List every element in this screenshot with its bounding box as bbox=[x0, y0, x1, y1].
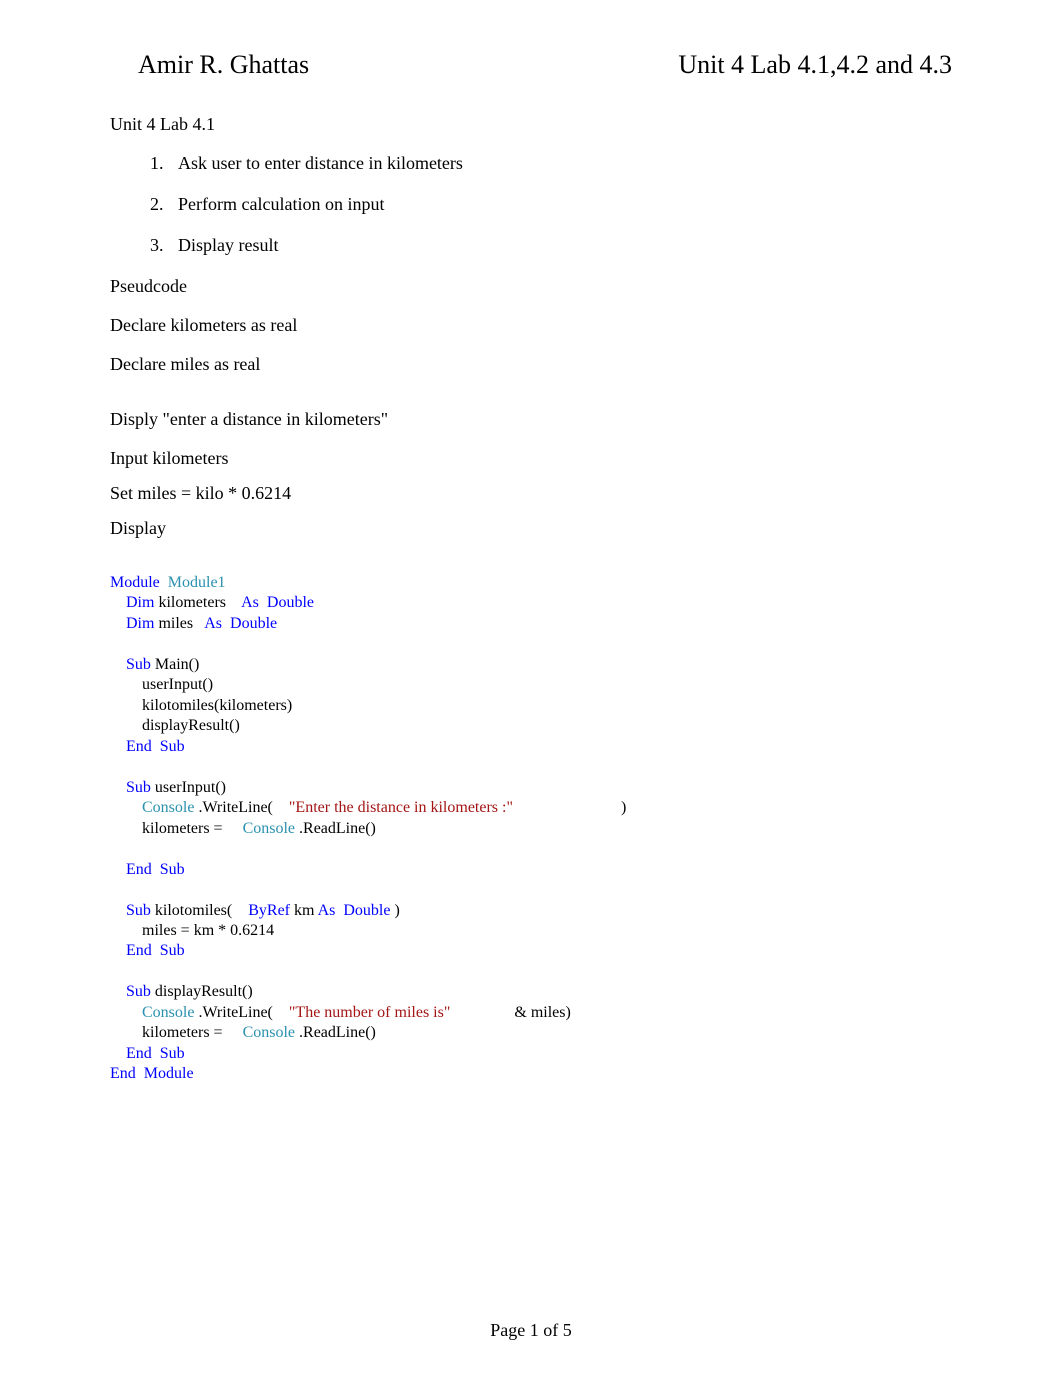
blank-line bbox=[110, 393, 952, 409]
code-text: userInput() bbox=[110, 676, 213, 693]
string-literal: "The number of miles is" bbox=[289, 1004, 450, 1021]
code-text: .ReadLine() bbox=[295, 1024, 376, 1041]
author-name: Amir R. Ghattas bbox=[138, 50, 309, 80]
pseudocode-heading: Pseudcode bbox=[110, 276, 952, 297]
keyword: Sub bbox=[126, 779, 151, 796]
keyword: End bbox=[126, 942, 152, 959]
pseudocode-line: Declare miles as real bbox=[110, 354, 952, 375]
code-text: kilometers bbox=[154, 594, 230, 611]
code-text: kilometers = bbox=[110, 820, 227, 837]
keyword: Double bbox=[267, 594, 314, 611]
keyword: Sub bbox=[160, 942, 185, 959]
pseudocode-line: Input kilometers bbox=[110, 448, 952, 469]
keyword: ByRef bbox=[248, 902, 290, 919]
pseudocode-line: Set miles = kilo * 0.6214 bbox=[110, 483, 952, 504]
keyword: Double bbox=[230, 615, 277, 632]
step-item: Perform calculation on input bbox=[168, 194, 952, 215]
document-page: Amir R. Ghattas Unit 4 Lab 4.1,4.2 and 4… bbox=[0, 0, 1062, 1377]
keyword: Sub bbox=[126, 656, 151, 673]
pseudocode-block: Pseudcode Declare kilometers as real Dec… bbox=[110, 276, 952, 539]
class-name: Console bbox=[142, 799, 194, 816]
code-text: ) bbox=[617, 799, 626, 816]
keyword: Dim bbox=[126, 615, 154, 632]
pseudocode-line: Display bbox=[110, 518, 952, 539]
spacer bbox=[110, 557, 952, 573]
keyword: Sub bbox=[160, 1045, 185, 1062]
keyword: As bbox=[318, 902, 336, 919]
keyword: End bbox=[126, 861, 152, 878]
step-item: Ask user to enter distance in kilometers bbox=[168, 153, 952, 174]
section-heading: Unit 4 Lab 4.1 bbox=[110, 114, 952, 135]
document-header: Amir R. Ghattas Unit 4 Lab 4.1,4.2 and 4… bbox=[110, 50, 952, 80]
keyword: Module bbox=[144, 1065, 194, 1082]
code-text: & miles) bbox=[510, 1004, 570, 1021]
code-text: displayResult() bbox=[151, 983, 253, 1000]
step-item: Display result bbox=[168, 235, 952, 256]
keyword: Module bbox=[110, 574, 160, 591]
document-title: Unit 4 Lab 4.1,4.2 and 4.3 bbox=[678, 50, 952, 80]
code-text: miles bbox=[154, 615, 197, 632]
code-text: Main() bbox=[151, 656, 199, 673]
keyword: End bbox=[126, 1045, 152, 1062]
steps-list: Ask user to enter distance in kilometers… bbox=[110, 153, 952, 256]
code-text: miles = km * 0.6214 bbox=[110, 922, 274, 939]
keyword: As bbox=[204, 615, 222, 632]
pseudocode-line: Declare kilometers as real bbox=[110, 315, 952, 336]
keyword: Dim bbox=[126, 594, 154, 611]
class-name: Module1 bbox=[168, 574, 226, 591]
keyword: Double bbox=[343, 902, 390, 919]
code-text: kilotomiles(kilometers) bbox=[110, 697, 292, 714]
keyword: Sub bbox=[160, 861, 185, 878]
code-text: .ReadLine() bbox=[295, 820, 376, 837]
keyword: As bbox=[241, 594, 259, 611]
string-literal: "Enter the distance in kilometers :" bbox=[289, 799, 513, 816]
code-text: kilometers = bbox=[110, 1024, 227, 1041]
keyword: Sub bbox=[160, 738, 185, 755]
class-name: Console bbox=[142, 1004, 194, 1021]
pseudocode-line: Disply "enter a distance in kilometers" bbox=[110, 409, 952, 430]
code-text: km bbox=[290, 902, 318, 919]
code-text: .WriteLine( bbox=[194, 799, 276, 816]
code-text: ) bbox=[390, 902, 399, 919]
page-footer: Page 1 of 5 bbox=[0, 1320, 1062, 1341]
class-name: Console bbox=[243, 820, 295, 837]
code-text: kilotomiles( bbox=[151, 902, 236, 919]
keyword: End bbox=[110, 1065, 136, 1082]
code-block: Module Module1 Dim kilometers As Double … bbox=[110, 573, 952, 1085]
keyword: Sub bbox=[126, 902, 151, 919]
class-name: Console bbox=[243, 1024, 295, 1041]
keyword: Sub bbox=[126, 983, 151, 1000]
code-text: .WriteLine( bbox=[194, 1004, 276, 1021]
code-text: displayResult() bbox=[110, 717, 240, 734]
code-text: userInput() bbox=[151, 779, 226, 796]
keyword: End bbox=[126, 738, 152, 755]
